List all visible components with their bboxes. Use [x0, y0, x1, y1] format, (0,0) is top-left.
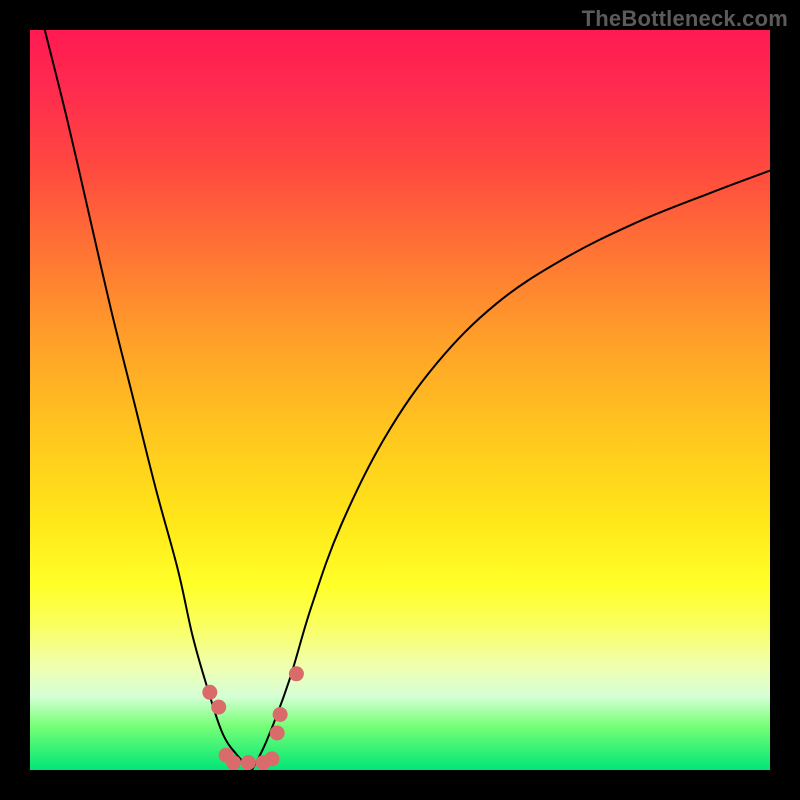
curve-right-curve: [252, 171, 770, 770]
data-marker: [211, 700, 226, 715]
data-marker: [241, 755, 256, 770]
data-marker: [264, 751, 279, 766]
data-marker: [273, 707, 288, 722]
data-marker: [289, 666, 304, 681]
chart-svg: [30, 30, 770, 770]
data-marker: [202, 685, 217, 700]
curve-left-curve: [45, 30, 252, 770]
data-marker: [226, 755, 241, 770]
watermark-text: TheBottleneck.com: [582, 6, 788, 32]
plot-area: [30, 30, 770, 770]
data-marker: [270, 726, 285, 741]
chart-frame: TheBottleneck.com: [0, 0, 800, 800]
curve-layer: [45, 30, 770, 770]
